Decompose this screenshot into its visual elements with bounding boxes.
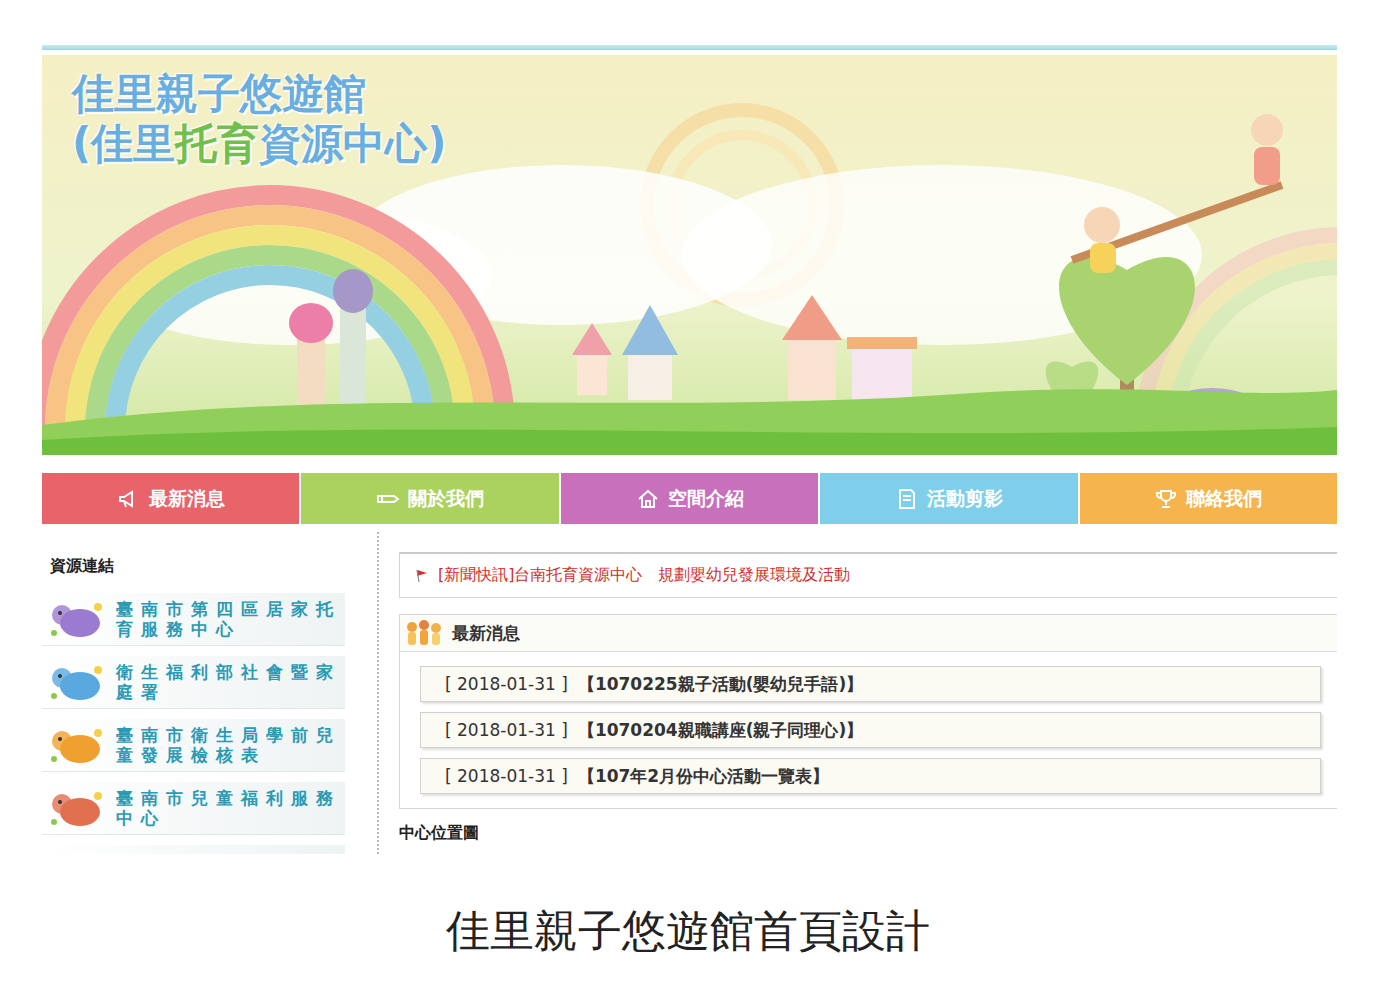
cartoon-icon bbox=[46, 597, 110, 641]
main-content: 資源連結 臺南市第四區居家托育服務中心 衛生福利部社會暨家庭署 臺南市衛生局學前… bbox=[42, 524, 1337, 854]
trophy-icon bbox=[1154, 487, 1178, 511]
news-ticker[interactable]: [新聞快訊]台南托育資源中心 規劃嬰幼兒發展環境及活動 bbox=[399, 552, 1337, 598]
nav-label: 空間介紹 bbox=[668, 486, 744, 512]
megaphone-icon bbox=[117, 487, 141, 511]
resource-link[interactable] bbox=[42, 845, 345, 854]
subtitle-segment: 托育 bbox=[175, 119, 259, 168]
nav-label: 關於我們 bbox=[408, 486, 484, 512]
news-row[interactable]: [ 2018-01-31 ] 【1070225親子活動(嬰幼兒手語)】 bbox=[420, 666, 1321, 702]
news-list: [ 2018-01-31 ] 【1070225親子活動(嬰幼兒手語)】[ 201… bbox=[400, 652, 1337, 794]
resource-link[interactable]: 衛生福利部社會暨家庭署 bbox=[42, 656, 345, 709]
cartoon-icon bbox=[46, 660, 110, 704]
news-header: 最新消息 bbox=[400, 615, 1337, 652]
site-title-text: 佳里親子悠遊館 bbox=[72, 69, 1337, 119]
cartoon-icon bbox=[46, 786, 110, 830]
nav-item[interactable]: 空間介紹 bbox=[561, 473, 820, 524]
sidebar: 資源連結 臺南市第四區居家托育服務中心 衛生福利部社會暨家庭署 臺南市衛生局學前… bbox=[42, 552, 345, 854]
resource-link-label: 臺南市第四區居家托育服務中心 bbox=[116, 599, 341, 640]
ticker-text: [新聞快訊]台南托育資源中心 規劃嬰幼兒發展環境及活動 bbox=[438, 565, 850, 586]
house-icon bbox=[636, 487, 660, 511]
main-nav: 最新消息 關於我們 空間介紹 活動剪影 聯絡我們 bbox=[42, 473, 1337, 524]
news-title: 【1070204親職講座(親子同理心)】 bbox=[578, 719, 863, 742]
banner: 佳里親子悠遊館 (佳里托育資源中心) bbox=[42, 55, 1337, 455]
resource-link[interactable]: 臺南市衛生局學前兒童發展檢核表 bbox=[42, 719, 345, 772]
nav-label: 聯絡我們 bbox=[1186, 486, 1262, 512]
nav-item[interactable]: 活動剪影 bbox=[820, 473, 1079, 524]
resource-link-label: 臺南市兒童福利服務中心 bbox=[116, 788, 341, 829]
sidebar-heading: 資源連結 bbox=[42, 552, 345, 583]
news-title: 【1070225親子活動(嬰幼兒手語)】 bbox=[578, 673, 863, 696]
news-row[interactable]: [ 2018-01-31 ] 【107年2月份中心活動一覽表】 bbox=[420, 758, 1321, 794]
page: 佳里親子悠遊館 (佳里托育資源中心) 最新消息 關於我們 空間介紹 活動剪影 聯… bbox=[0, 0, 1375, 1004]
nav-item[interactable]: 關於我們 bbox=[301, 473, 560, 524]
news-row[interactable]: [ 2018-01-31 ] 【1070204親職講座(親子同理心)】 bbox=[420, 712, 1321, 748]
subtitle-segment: (佳里 bbox=[72, 119, 175, 168]
nav-label: 活動剪影 bbox=[927, 486, 1003, 512]
document-icon bbox=[895, 487, 919, 511]
website: 佳里親子悠遊館 (佳里托育資源中心) 最新消息 關於我們 空間介紹 活動剪影 聯… bbox=[42, 45, 1337, 854]
flag-icon bbox=[414, 568, 430, 584]
nav-item[interactable]: 聯絡我們 bbox=[1080, 473, 1337, 524]
news-heading: 最新消息 bbox=[452, 622, 520, 645]
caption: 佳里親子悠遊館首頁設計 bbox=[0, 902, 1375, 961]
news-date: [ 2018-01-31 ] bbox=[445, 766, 568, 786]
cartoon-icon bbox=[46, 723, 110, 767]
column-divider bbox=[377, 532, 379, 854]
subtitle-segment: 資源中心) bbox=[259, 119, 446, 168]
news-title: 【107年2月份中心活動一覽表】 bbox=[578, 765, 829, 788]
children-icon bbox=[404, 619, 444, 647]
nav-label: 最新消息 bbox=[149, 486, 225, 512]
news-panel: 最新消息 [ 2018-01-31 ] 【1070225親子活動(嬰幼兒手語)】… bbox=[399, 614, 1337, 809]
resource-link[interactable]: 臺南市第四區居家托育服務中心 bbox=[42, 593, 345, 646]
nav-item[interactable]: 最新消息 bbox=[42, 473, 301, 524]
content-column: [新聞快訊]台南托育資源中心 規劃嬰幼兒發展環境及活動 最新消息 [ 2018-… bbox=[399, 552, 1337, 854]
resource-link-label: 衛生福利部社會暨家庭署 bbox=[116, 662, 341, 703]
top-line bbox=[42, 45, 1337, 50]
site-subtitle: (佳里托育資源中心) bbox=[72, 119, 1337, 169]
map-heading: 中心位置圖 bbox=[399, 823, 1337, 844]
pencil-icon bbox=[376, 487, 400, 511]
site-title[interactable]: 佳里親子悠遊館 (佳里托育資源中心) bbox=[42, 55, 1337, 170]
news-date: [ 2018-01-31 ] bbox=[445, 674, 568, 694]
resource-link-label: 臺南市衛生局學前兒童發展檢核表 bbox=[116, 725, 341, 766]
resource-link[interactable]: 臺南市兒童福利服務中心 bbox=[42, 782, 345, 835]
news-date: [ 2018-01-31 ] bbox=[445, 720, 568, 740]
